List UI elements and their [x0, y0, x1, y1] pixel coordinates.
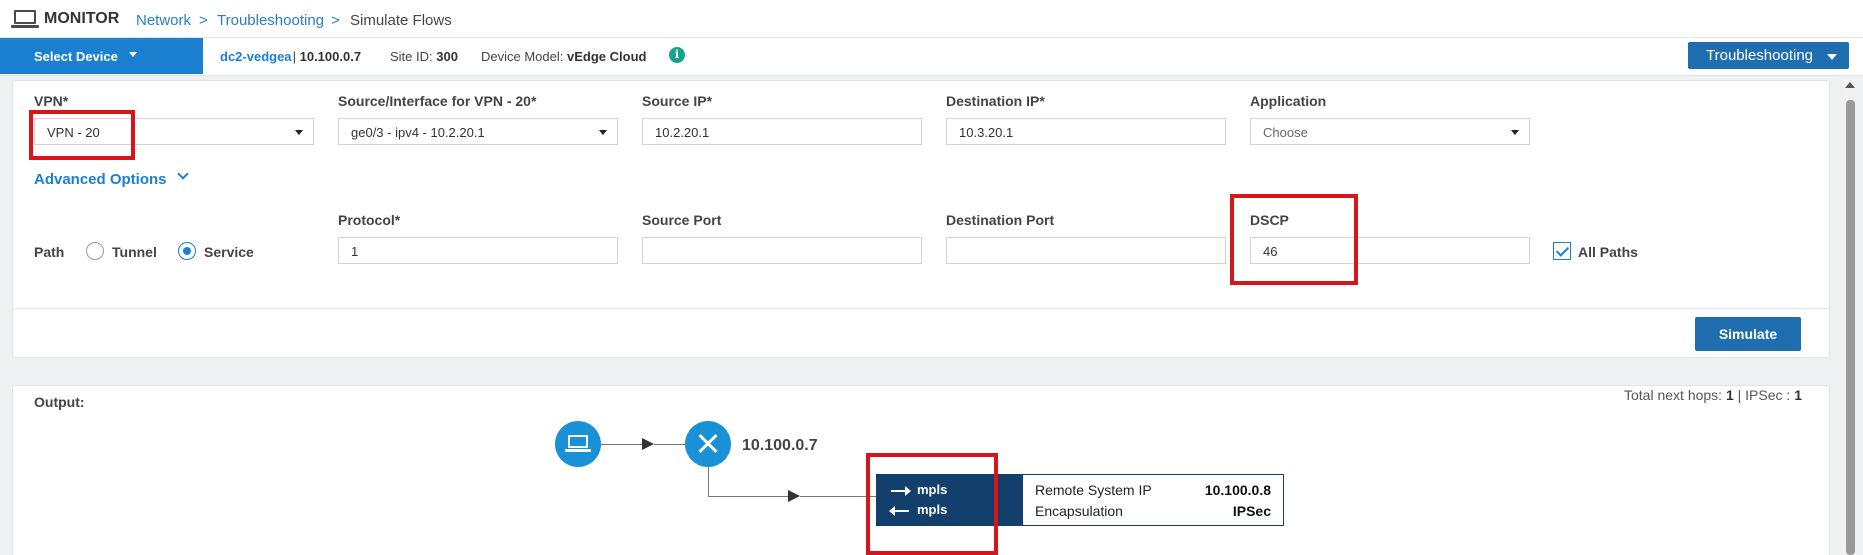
path-service-label[interactable]: Service: [204, 244, 254, 260]
source-interface-value: ge0/3 - ipv4 - 10.2.20.1: [351, 125, 485, 140]
device-model-value: vEdge Cloud: [567, 49, 647, 64]
breadcrumb-separator: >: [331, 12, 340, 29]
flow-connector: [601, 444, 647, 445]
destination-ip-input[interactable]: 10.3.20.1: [946, 118, 1226, 145]
top-bar: MONITOR Network > Troubleshooting > Simu…: [0, 0, 1863, 38]
flow-connector: [708, 467, 709, 497]
site-id-label: Site ID:: [390, 49, 433, 64]
laptop-screen: [568, 435, 588, 448]
ipsec-label: IPSec :: [1745, 387, 1791, 403]
chevron-down-icon: [129, 52, 137, 57]
highlight-tunnel-colors: [866, 453, 998, 555]
device-name: dc2-vedgea: [220, 49, 292, 64]
source-ip-label: Source IP*: [642, 93, 713, 109]
breadcrumb-network[interactable]: Network: [136, 12, 191, 29]
path-service-radio[interactable]: [178, 242, 196, 260]
chevron-down-icon: [295, 130, 303, 135]
select-device-button[interactable]: Select Device: [0, 38, 203, 74]
application-value: Choose: [1263, 125, 1308, 140]
highlight-vpn: [29, 110, 135, 160]
chevron-down-icon: [599, 130, 607, 135]
page-title: MONITOR: [44, 10, 120, 27]
router-icon: [685, 421, 731, 467]
ipsec-value: 1: [1794, 387, 1802, 403]
total-hops-value: 1: [1725, 387, 1734, 403]
select-device-label: Select Device: [34, 49, 118, 64]
troubleshooting-label: Troubleshooting: [1706, 47, 1814, 64]
device-ip: | 10.100.0.7: [289, 49, 362, 64]
monitor-icon: [11, 10, 39, 28]
hops-separator: |: [1737, 387, 1742, 403]
router-ip: 10.100.0.7: [742, 437, 818, 454]
device-model-label: Device Model:: [481, 49, 564, 64]
breadcrumb-separator: >: [199, 12, 208, 29]
hops-summary: Total next hops: 1 | IPSec : 1: [1624, 387, 1802, 403]
remote-system-ip-value: 10.100.0.8: [1204, 482, 1271, 498]
scrollbar-thumb[interactable]: [1846, 100, 1855, 555]
breadcrumb-troubleshooting[interactable]: Troubleshooting: [217, 12, 324, 29]
flow-connector: [800, 496, 876, 497]
source-ip-input[interactable]: 10.2.20.1: [642, 118, 922, 145]
troubleshooting-dropdown[interactable]: Troubleshooting: [1688, 42, 1849, 69]
path-label: Path: [34, 244, 65, 260]
device-bar: Select Device dc2-vedgea | 10.100.0.7 Si…: [0, 38, 1863, 76]
output-label: Output:: [34, 394, 85, 410]
laptop-icon: [555, 421, 601, 467]
site-id: Site ID: 300: [390, 49, 458, 64]
application-select[interactable]: Choose: [1250, 118, 1530, 145]
flow-connector: [708, 496, 788, 497]
simulate-button[interactable]: Simulate: [1695, 317, 1801, 351]
vpn-label: VPN*: [34, 93, 69, 109]
laptop-base: [565, 449, 591, 452]
chevron-down-icon: [1827, 54, 1837, 60]
arrow-right-icon: [788, 490, 800, 502]
device-model: Device Model: vEdge Cloud: [481, 49, 646, 64]
source-interface-select[interactable]: ge0/3 - ipv4 - 10.2.20.1: [338, 118, 618, 145]
path-tunnel-radio[interactable]: [86, 242, 104, 260]
scroll-up-icon[interactable]: [1845, 82, 1855, 88]
chevron-down-icon: [1511, 130, 1519, 135]
encapsulation-value: IPSec: [1232, 503, 1271, 519]
total-hops-label: Total next hops:: [1624, 387, 1723, 403]
form-divider: [12, 308, 1830, 309]
remote-system-ip-label: Remote System IP: [1035, 482, 1152, 498]
all-paths-checkbox[interactable]: [1553, 242, 1571, 260]
info-icon[interactable]: i: [669, 47, 685, 63]
site-id-value: 300: [436, 49, 458, 64]
encapsulation-label: Encapsulation: [1035, 503, 1123, 519]
source-port-label: Source Port: [642, 212, 722, 228]
protocol-label: Protocol*: [338, 212, 401, 228]
application-label: Application: [1250, 93, 1327, 109]
flow-connector: [654, 444, 685, 445]
protocol-input[interactable]: 1: [338, 237, 618, 264]
advanced-options-toggle[interactable]: Advanced Options: [34, 171, 167, 188]
destination-port-label: Destination Port: [946, 212, 1055, 228]
source-port-input[interactable]: [642, 237, 922, 264]
path-tunnel-label[interactable]: Tunnel: [112, 244, 157, 260]
destination-ip-label: Destination IP*: [946, 93, 1045, 109]
device-ip-value: 10.100.0.7: [299, 49, 362, 64]
all-paths-label[interactable]: All Paths: [1578, 244, 1638, 260]
arrow-right-icon: [642, 438, 654, 450]
source-interface-label: Source/Interface for VPN - 20*: [338, 93, 537, 109]
destination-port-input[interactable]: [946, 237, 1226, 264]
highlight-dscp: [1230, 194, 1358, 285]
breadcrumb-current: Simulate Flows: [350, 12, 452, 29]
